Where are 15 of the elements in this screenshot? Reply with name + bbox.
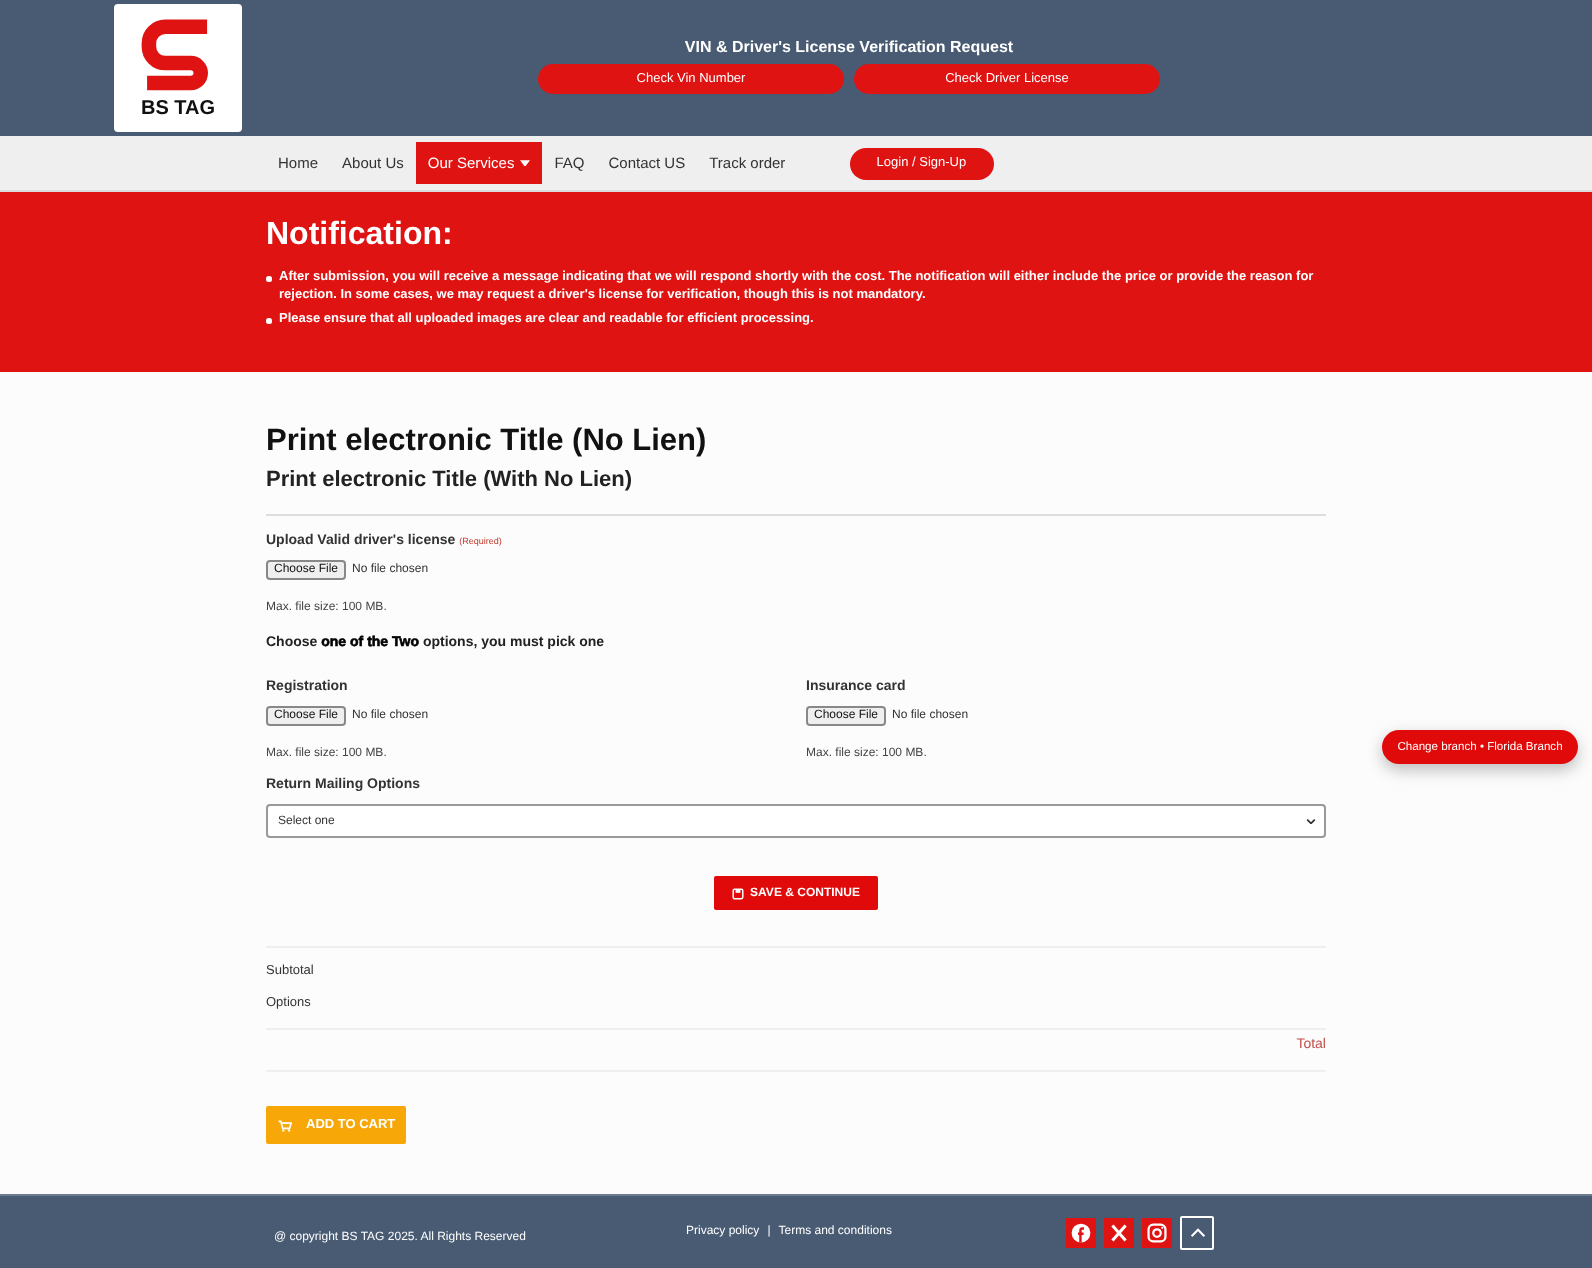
x-icon[interactable] (1104, 1217, 1134, 1247)
chevron-up-icon (1189, 1227, 1205, 1237)
instagram-icon[interactable] (1142, 1217, 1172, 1247)
chevron-down-icon (1306, 817, 1316, 825)
header-title: VIN & Driver's License Verification Request (684, 38, 1014, 58)
scroll-top-button[interactable] (1180, 1215, 1214, 1249)
product-title: Print electronic Title (No Lien) (266, 424, 709, 460)
facebook-icon[interactable] (1066, 1217, 1096, 1247)
product-subtitle: Print electronic Title (With No Lien) (266, 468, 635, 494)
bullet-icon (266, 318, 271, 323)
notification-title: Notification: (266, 218, 455, 254)
save-icon (732, 887, 745, 899)
bullet-icon (266, 276, 271, 281)
cart-icon (278, 1119, 292, 1131)
logo-text: BS TAG (140, 98, 216, 122)
